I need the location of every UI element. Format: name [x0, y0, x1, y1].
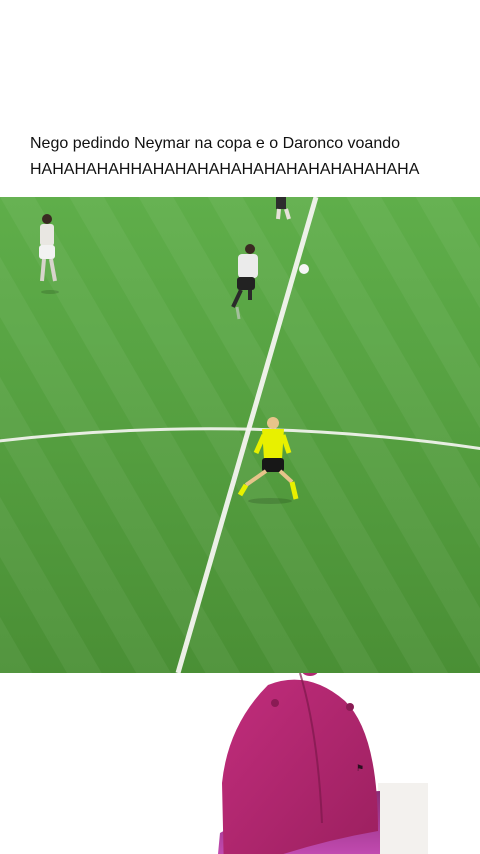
caption-line-1: Nego pedindo Neymar na copa e o Daronco … [30, 135, 401, 152]
reaction-overlay: ⚑ [0, 673, 480, 854]
football-pitch-scene [0, 197, 480, 673]
ball [299, 264, 309, 274]
svg-text:⚑: ⚑ [356, 763, 364, 773]
video-frame[interactable] [0, 197, 480, 673]
caption-line-2: HAHAHAHAHHAHAHAHAHAHAHAHAHAHAHAHAHA [30, 161, 420, 178]
post-caption: Nego pedindo Neymar na copa e o Daronco … [30, 131, 470, 183]
baseball-cap-icon: ⚑ [218, 673, 428, 854]
